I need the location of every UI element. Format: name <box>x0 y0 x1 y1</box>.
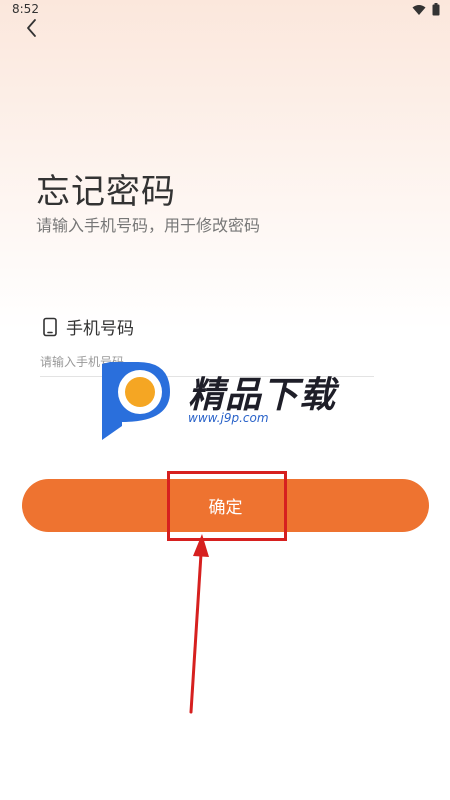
annotation-arrow-icon <box>189 534 209 714</box>
page-title: 忘记密码 <box>36 172 176 212</box>
phone-field-label-row: 手机号码 <box>42 314 134 339</box>
battery-icon <box>432 3 440 16</box>
phone-input[interactable] <box>40 348 374 377</box>
status-time: 8:52 <box>12 2 39 16</box>
status-bar: 8:52 <box>0 0 450 20</box>
phone-icon <box>43 317 57 336</box>
watermark-url: www.j9p.com <box>188 411 269 425</box>
chevron-left-icon <box>27 19 36 37</box>
phone-field-label: 手机号码 <box>66 319 134 339</box>
page-subtitle: 请输入手机号码，用于修改密码 <box>36 216 261 235</box>
confirm-button[interactable]: 确定 <box>22 479 429 532</box>
back-button[interactable] <box>20 16 44 40</box>
wifi-icon <box>412 4 426 15</box>
status-icons <box>412 3 440 16</box>
